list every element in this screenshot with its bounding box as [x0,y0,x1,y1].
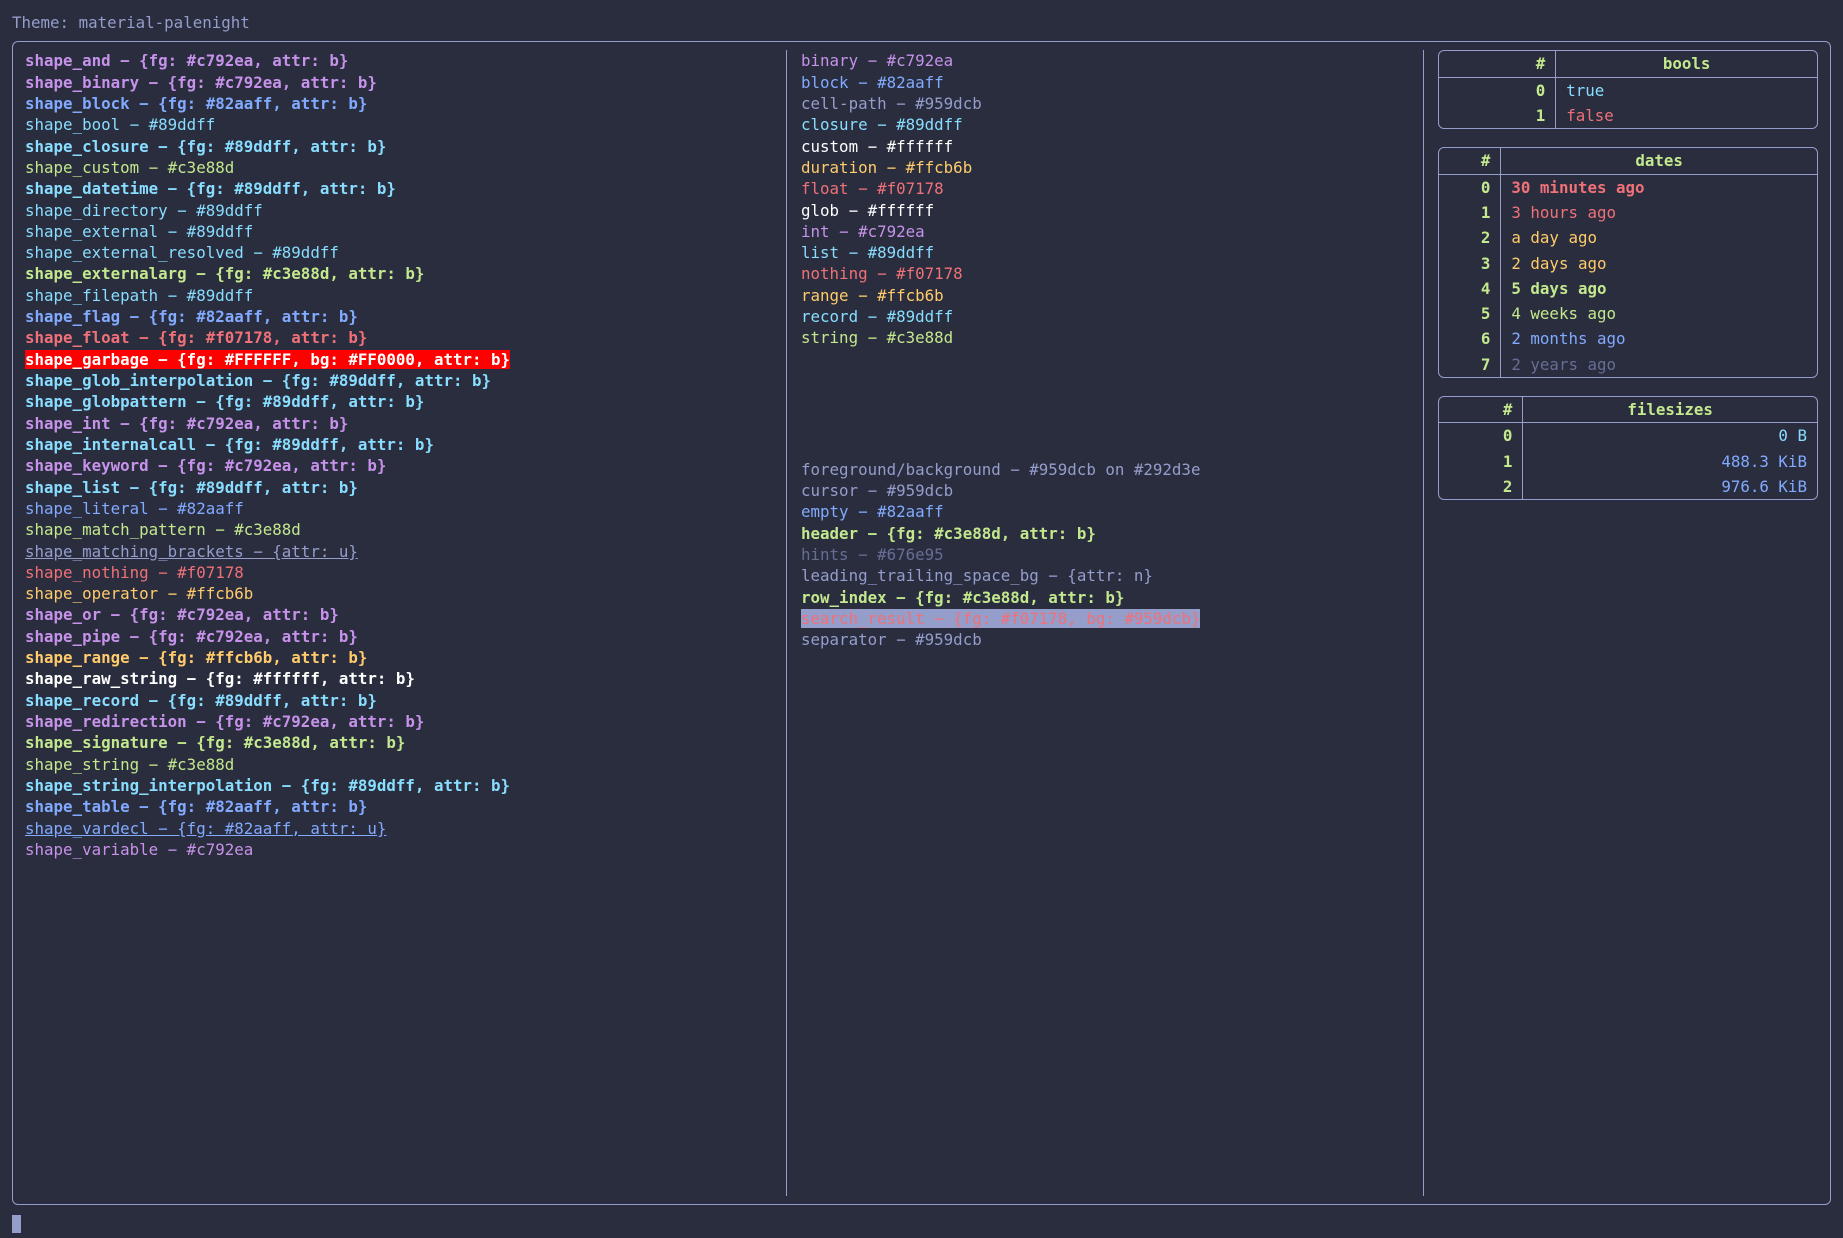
shape-entry: shape_closure − {fg: #89ddff, attr: b} [25,136,786,157]
shape-entry: shape_range − {fg: #ffcb6b, attr: b} [25,647,786,668]
table-row: 32 days ago [1439,251,1817,276]
ui-entry: foreground/background − #959dcb on #292d… [801,459,1423,480]
shape-entry: shape_filepath − #89ddff [25,285,786,306]
shape-entry: shape_record − {fg: #89ddff, attr: b} [25,690,786,711]
ui-entry: search_result − {fg: #f07178, bg: #959dc… [801,608,1423,629]
table-row: 62 months ago [1439,326,1817,351]
table-header-index: # [1439,397,1524,423]
shape-entry: shape_keyword − {fg: #c792ea, attr: b} [25,455,786,476]
shape-entry: shape_literal − #82aaff [25,498,786,519]
shape-entry: shape_bool − #89ddff [25,114,786,135]
type-entry: list − #89ddff [801,242,1423,263]
table-row: 1488.3 KiB [1439,449,1817,474]
table-row: 0 0 B [1439,423,1817,448]
table-row: 45 days ago [1439,276,1817,301]
type-entry: range − #ffcb6b [801,285,1423,306]
types-column: binary − #c792eablock − #82aaffcell-path… [787,50,1424,1196]
shape-entry: shape_variable − #c792ea [25,839,786,860]
shape-entry: shape_pipe − {fg: #c792ea, attr: b} [25,626,786,647]
type-entry: closure − #89ddff [801,114,1423,135]
type-entry: glob − #ffffff [801,200,1423,221]
dates-table: # dates 030 minutes ago13 hours ago2a da… [1438,147,1818,378]
ui-entry: empty − #82aaff [801,501,1423,522]
shape-entry: shape_list − {fg: #89ddff, attr: b} [25,477,786,498]
shape-entry: shape_and − {fg: #c792ea, attr: b} [25,50,786,71]
shape-entry: shape_matching_brackets − {attr: u} [25,541,786,562]
shape-entry: shape_glob_interpolation − {fg: #89ddff,… [25,370,786,391]
filesizes-table: # filesizes 0 0 B1488.3 KiB2976.6 KiB [1438,396,1818,500]
shape-entry: shape_binary − {fg: #c792ea, attr: b} [25,72,786,93]
table-header-index: # [1439,148,1502,174]
table-row: 13 hours ago [1439,200,1817,225]
shape-entry: shape_externalarg − {fg: #c3e88d, attr: … [25,263,786,284]
shape-entry: shape_int − {fg: #c792ea, attr: b} [25,413,786,434]
bools-table: # bools 0true1false [1438,50,1818,129]
table-row: 0true [1439,78,1817,103]
type-entry: custom − #ffffff [801,136,1423,157]
shape-entry: shape_garbage − {fg: #FFFFFF, bg: #FF000… [25,349,786,370]
shape-entry: shape_signature − {fg: #c3e88d, attr: b} [25,732,786,753]
ui-entry: separator − #959dcb [801,629,1423,650]
shape-entry: shape_raw_string − {fg: #ffffff, attr: b… [25,668,786,689]
table-row: 2976.6 KiB [1439,474,1817,499]
table-row: 54 weeks ago [1439,301,1817,326]
type-entry: binary − #c792ea [801,50,1423,71]
shape-entry: shape_directory − #89ddff [25,200,786,221]
type-entry: string − #c3e88d [801,327,1423,348]
shape-entry: shape_redirection − {fg: #c792ea, attr: … [25,711,786,732]
shape-entry: shape_external_resolved − #89ddff [25,242,786,263]
shape-entry: shape_custom − #c3e88d [25,157,786,178]
shape-entry: shape_or − {fg: #c792ea, attr: b} [25,604,786,625]
type-entry: cell-path − #959dcb [801,93,1423,114]
shape-entry: shape_globpattern − {fg: #89ddff, attr: … [25,391,786,412]
table-row: 2a day ago [1439,225,1817,250]
table-row: 72 years ago [1439,352,1817,377]
type-entry: block − #82aaff [801,72,1423,93]
ui-entry: leading_trailing_space_bg − {attr: n} [801,565,1423,586]
shape-entry: shape_vardecl − {fg: #82aaff, attr: u} [25,818,786,839]
ui-entry: row_index − {fg: #c3e88d, attr: b} [801,587,1423,608]
shape-entry: shape_operator − #ffcb6b [25,583,786,604]
tables-column: # bools 0true1false # dates 030 minutes … [1424,50,1818,1196]
ui-entry: hints − #676e95 [801,544,1423,565]
cursor-icon [12,1215,21,1233]
shape-entry: shape_match_pattern − #c3e88d [25,519,786,540]
shape-entry: shape_table − {fg: #82aaff, attr: b} [25,796,786,817]
shape-entry: shape_nothing − #f07178 [25,562,786,583]
table-row: 1false [1439,103,1817,128]
shape-entry: shape_string − #c3e88d [25,754,786,775]
theme-title: Theme: material-palenight [12,12,1831,33]
table-header-filesizes: filesizes [1523,397,1817,423]
type-entry: nothing − #f07178 [801,263,1423,284]
type-entry: duration − #ffcb6b [801,157,1423,178]
shape-entry: shape_float − {fg: #f07178, attr: b} [25,327,786,348]
preview-frame: shape_and − {fg: #c792ea, attr: b}shape_… [12,41,1831,1205]
shape-entry: shape_flag − {fg: #82aaff, attr: b} [25,306,786,327]
table-header-bools: bools [1556,51,1817,77]
shape-entry: shape_external − #89ddff [25,221,786,242]
shape-entry: shape_string_interpolation − {fg: #89ddf… [25,775,786,796]
type-entry: record − #89ddff [801,306,1423,327]
shape-entry: shape_internalcall − {fg: #89ddff, attr:… [25,434,786,455]
table-row: 030 minutes ago [1439,175,1817,200]
ui-entry: header − {fg: #c3e88d, attr: b} [801,523,1423,544]
type-entry: int − #c792ea [801,221,1423,242]
shape-entry: shape_block − {fg: #82aaff, attr: b} [25,93,786,114]
table-header-index: # [1439,51,1557,77]
table-header-dates: dates [1501,148,1817,174]
shape-entry: shape_datetime − {fg: #89ddff, attr: b} [25,178,786,199]
shapes-column: shape_and − {fg: #c792ea, attr: b}shape_… [25,50,787,1196]
ui-entry: cursor − #959dcb [801,480,1423,501]
type-entry: float − #f07178 [801,178,1423,199]
